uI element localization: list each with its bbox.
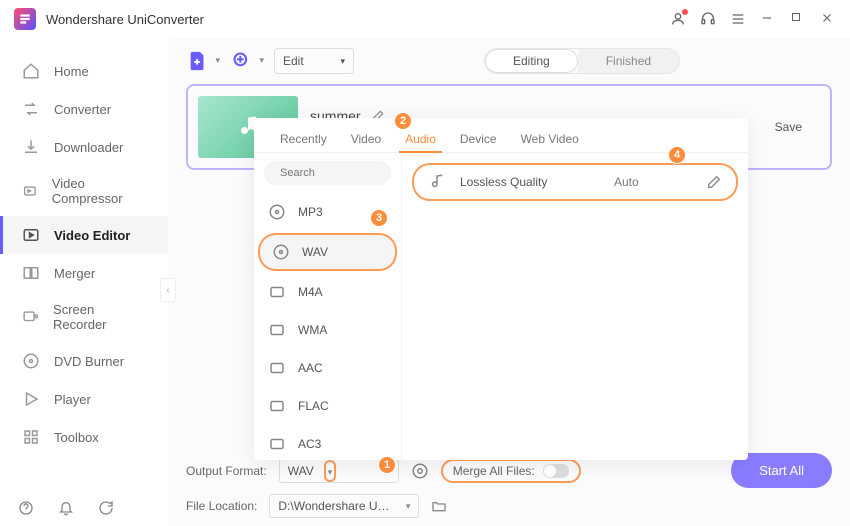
sidebar-item-label: Player <box>54 392 91 407</box>
sidebar-item-downloader[interactable]: Downloader <box>0 128 168 166</box>
menu-icon[interactable] <box>730 11 746 27</box>
app-logo <box>14 8 36 30</box>
fmt-label: FLAC <box>298 399 329 413</box>
fmt-label: M4A <box>298 285 323 299</box>
search-input[interactable] <box>264 161 391 185</box>
help-icon[interactable] <box>18 500 34 516</box>
callout-badge-3: 3 <box>370 209 388 227</box>
sidebar-item-dvd[interactable]: DVD Burner <box>0 342 168 380</box>
tab-recently[interactable]: Recently <box>268 126 339 152</box>
fmt-label: WAV <box>302 245 328 259</box>
file-location-dropdown[interactable]: D:\Wondershare UniConverter ▾ <box>269 494 419 518</box>
sidebar-item-player[interactable]: Player <box>0 380 168 418</box>
minimize-icon[interactable] <box>760 11 776 27</box>
sidebar-item-label: Toolbox <box>54 430 99 445</box>
merge-label: Merge All Files: <box>453 464 535 478</box>
callout-badge-1: 1 <box>378 456 396 474</box>
quality-label: Lossless Quality <box>460 175 600 189</box>
headset-icon[interactable] <box>700 11 716 27</box>
search-field[interactable] <box>280 167 422 179</box>
format-popup: Recently Video Audio Device Web Video MP… <box>254 118 748 460</box>
fmt-wav[interactable]: WAV <box>258 233 397 271</box>
sidebar-item-recorder[interactable]: Screen Recorder <box>0 292 168 342</box>
add-file-button[interactable]: ▾ <box>186 49 210 73</box>
sidebar-item-label: Home <box>54 64 89 79</box>
close-icon[interactable] <box>820 11 836 27</box>
sidebar-item-label: Video Editor <box>54 228 130 243</box>
edit-quality-icon[interactable] <box>706 174 722 190</box>
add-url-button[interactable]: ▾ <box>230 49 254 73</box>
chevron-down-icon[interactable]: ▾ <box>215 55 220 66</box>
hq-icon[interactable] <box>411 462 429 480</box>
edit-dropdown[interactable]: Edit ▾ <box>274 48 354 74</box>
fmt-label: WMA <box>298 323 327 337</box>
tab-finished[interactable]: Finished <box>578 49 679 73</box>
sidebar-item-compressor[interactable]: Video Compressor <box>0 166 168 216</box>
tab-video[interactable]: Video <box>339 126 393 152</box>
sidebar-item-label: DVD Burner <box>54 354 124 369</box>
tab-webvideo[interactable]: Web Video <box>509 126 591 152</box>
chevron-down-icon: ▾ <box>328 467 333 477</box>
output-format-label: Output Format: <box>186 464 267 478</box>
edit-label: Edit <box>283 54 304 68</box>
merge-toggle[interactable] <box>543 464 569 478</box>
sidebar-item-home[interactable]: Home <box>0 52 168 90</box>
save-button[interactable]: Save <box>757 114 820 140</box>
callout-badge-4: 4 <box>668 146 686 164</box>
sidebar: Home Converter Downloader Video Compress… <box>0 38 168 526</box>
fmt-label: AC3 <box>298 437 321 451</box>
view-segmented: Editing Finished <box>484 48 680 74</box>
fmt-wma[interactable]: WMA <box>254 311 401 349</box>
sidebar-item-label: Converter <box>54 102 111 117</box>
fmt-flac[interactable]: FLAC <box>254 387 401 425</box>
maximize-icon[interactable] <box>790 11 806 27</box>
quality-auto: Auto <box>614 175 692 189</box>
chevron-down-icon[interactable]: ▾ <box>259 55 264 66</box>
account-icon[interactable] <box>670 11 686 27</box>
fmt-m4a[interactable]: M4A <box>254 273 401 311</box>
tab-editing[interactable]: Editing <box>485 49 578 73</box>
music-icon <box>428 173 446 191</box>
quality-lossless[interactable]: Lossless Quality Auto <box>412 163 738 201</box>
sidebar-item-converter[interactable]: Converter <box>0 90 168 128</box>
sidebar-item-label: Screen Recorder <box>53 302 146 332</box>
sidebar-item-merger[interactable]: Merger <box>0 254 168 292</box>
sidebar-collapse-icon[interactable]: ‹ <box>160 278 176 302</box>
bell-icon[interactable] <box>58 500 74 516</box>
callout-badge-2: 2 <box>394 112 412 130</box>
feedback-icon[interactable] <box>98 500 114 516</box>
tab-device[interactable]: Device <box>448 126 509 152</box>
file-location-label: File Location: <box>186 499 257 513</box>
sidebar-item-label: Downloader <box>54 140 123 155</box>
chevron-down-icon: ▾ <box>406 501 411 512</box>
output-format-value: WAV <box>288 464 314 478</box>
fmt-aac[interactable]: AAC <box>254 349 401 387</box>
sidebar-item-editor[interactable]: Video Editor <box>0 216 168 254</box>
file-location-value: D:\Wondershare UniConverter <box>278 499 395 513</box>
open-folder-icon[interactable] <box>431 498 447 514</box>
sidebar-item-label: Video Compressor <box>52 176 146 206</box>
fmt-ac3[interactable]: AC3 <box>254 425 401 460</box>
app-title: Wondershare UniConverter <box>46 12 204 27</box>
fmt-label: AAC <box>298 361 323 375</box>
fmt-label: MP3 <box>298 205 323 219</box>
sidebar-item-label: Merger <box>54 266 95 281</box>
chevron-down-icon: ▾ <box>340 56 345 67</box>
sidebar-item-toolbox[interactable]: Toolbox <box>0 418 168 456</box>
